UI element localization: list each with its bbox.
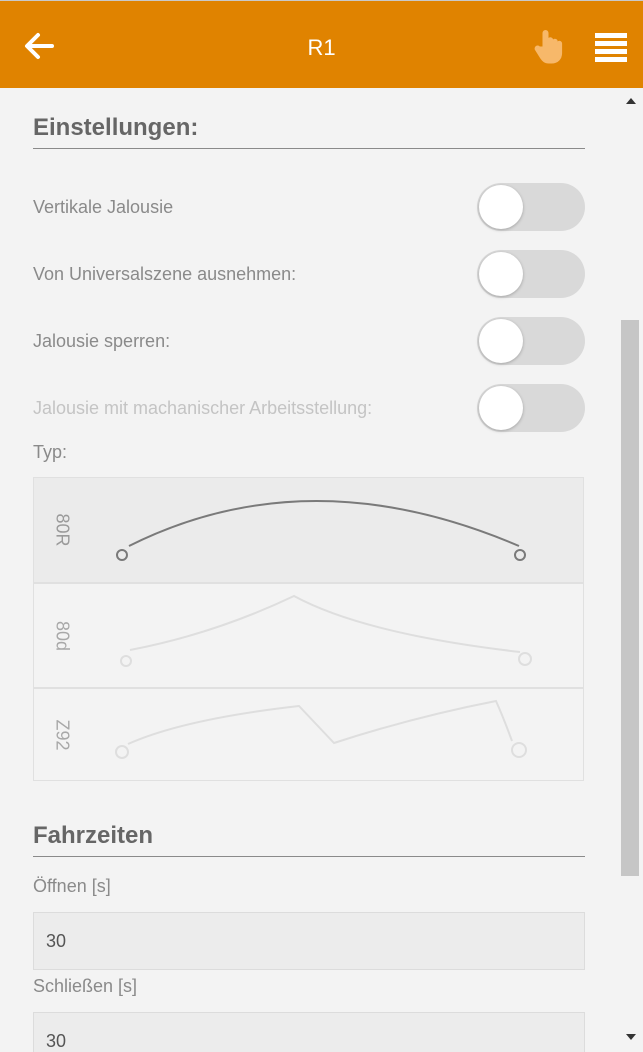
universalszene-toggle[interactable] [477,250,585,298]
toggle-knob [479,319,523,363]
scroll-down-arrow-icon[interactable] [625,1032,637,1042]
toggle-knob [479,252,523,296]
scrollbar[interactable] [619,88,643,1052]
settings-content: Einstellungen: Vertikale Jalousie Von Un… [0,88,619,1052]
blind-80r-icon [116,500,526,561]
setting-arbeitsstellung: Jalousie mit machanischer Arbeitsstellun… [33,384,585,434]
menu-icon[interactable] [594,32,628,62]
scrollbar-thumb[interactable] [621,320,639,876]
vertikale-jalousie-toggle[interactable] [477,183,585,231]
oeffnen-input[interactable]: 30 [33,912,585,970]
setting-label: Von Universalszene ausnehmen: [33,264,297,284]
setting-universalszene: Von Universalszene ausnehmen: [33,250,585,300]
schliessen-input[interactable]: 30 [33,1012,585,1052]
typ-label: Typ: [33,442,68,462]
setting-label: Jalousie sperren: [33,331,171,351]
typ-label-80r: 80R [52,513,73,547]
setting-vertikale-jalousie: Vertikale Jalousie [33,183,585,233]
typ-label-80d: 80d [52,620,73,651]
setting-label: Vertikale Jalousie [33,197,174,217]
schliessen-label: Schließen [s] [33,976,138,996]
jalousie-sperren-toggle[interactable] [477,317,585,365]
blind-80d-icon [120,594,532,667]
arbeitsstellung-toggle[interactable] [477,384,585,432]
toggle-knob [479,185,523,229]
setting-label: Jalousie mit machanischer Arbeitsstellun… [33,398,373,418]
typ-option-z92[interactable]: Z92 [33,688,584,781]
setting-jalousie-sperren: Jalousie sperren: [33,317,585,367]
hand-pointer-icon[interactable] [532,27,566,65]
fahrzeiten-section-title: Fahrzeiten [33,822,585,857]
oeffnen-label: Öffnen [s] [33,876,111,896]
typ-option-80r[interactable]: 80R [33,477,584,583]
header-bar: R1 [0,0,643,88]
scroll-up-arrow-icon[interactable] [625,96,637,106]
toggle-knob [479,386,523,430]
blind-z92-icon [115,699,527,759]
typ-option-80d[interactable]: 80d [33,583,584,688]
typ-label-z92: Z92 [52,718,73,751]
settings-section-title: Einstellungen: [33,114,585,149]
